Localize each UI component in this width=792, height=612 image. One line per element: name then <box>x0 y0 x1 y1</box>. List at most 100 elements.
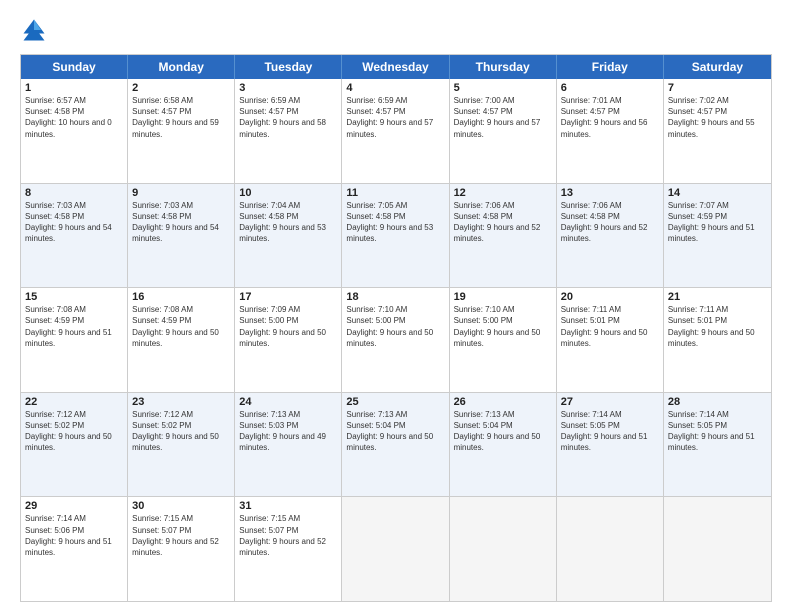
day-cell-25: 25Sunrise: 7:13 AMSunset: 5:04 PMDayligh… <box>342 393 449 497</box>
page: SundayMondayTuesdayWednesdayThursdayFrid… <box>0 0 792 612</box>
cell-info: Sunrise: 7:06 AMSunset: 4:58 PMDaylight:… <box>561 201 648 244</box>
day-number: 22 <box>25 396 123 408</box>
day-cell-21: 21 Sunrise: 7:11 AMSunset: 5:01 PMDayligh… <box>664 288 771 392</box>
day-number: 26 <box>454 396 552 408</box>
cell-info: Sunrise: 7:13 AMSunset: 5:04 PMDaylight:… <box>454 410 541 453</box>
cell-info: Sunrise: 7:03 AMSunset: 4:58 PMDaylight:… <box>25 201 112 244</box>
day-number: 14 <box>668 187 767 199</box>
header-day-monday: Monday <box>128 55 235 79</box>
cell-info: Sunrise: 7:09 AMSunset: 5:00 PMDaylight:… <box>239 305 326 348</box>
day-number: 6 <box>561 82 659 94</box>
header-day-thursday: Thursday <box>450 55 557 79</box>
calendar-header: SundayMondayTuesdayWednesdayThursdayFrid… <box>21 55 771 79</box>
header-day-tuesday: Tuesday <box>235 55 342 79</box>
day-cell-28: 28 Sunrise: 7:14 AMSunset: 5:05 PMDayligh… <box>664 393 771 497</box>
day-number: 8 <box>25 187 123 199</box>
header-day-friday: Friday <box>557 55 664 79</box>
calendar-row-2: 8 Sunrise: 7:03 AMSunset: 4:58 PMDaylight… <box>21 184 771 289</box>
empty-cell <box>557 497 664 601</box>
cell-info: Sunrise: 7:14 AMSunset: 5:05 PMDaylight:… <box>561 410 648 453</box>
day-number: 25 <box>346 396 444 408</box>
day-cell-24: 24 Sunrise: 7:13 AMSunset: 5:03 PMDayligh… <box>235 393 342 497</box>
cell-info: Sunrise: 6:57 AMSunset: 4:58 PMDaylight:… <box>25 96 112 139</box>
day-cell-11: 11Sunrise: 7:05 AMSunset: 4:58 PMDayligh… <box>342 184 449 288</box>
day-cell-17: 17 Sunrise: 7:09 AMSunset: 5:00 PMDayligh… <box>235 288 342 392</box>
cell-info: Sunrise: 7:12 AMSunset: 5:02 PMDaylight:… <box>25 410 112 453</box>
day-number: 15 <box>25 291 123 303</box>
cell-info: Sunrise: 7:02 AMSunset: 4:57 PMDaylight:… <box>668 96 755 139</box>
day-cell-6: 6Sunrise: 7:01 AMSunset: 4:57 PMDaylight… <box>557 79 664 183</box>
calendar-row-4: 22 Sunrise: 7:12 AMSunset: 5:02 PMDayligh… <box>21 393 771 498</box>
day-number: 18 <box>346 291 444 303</box>
cell-info: Sunrise: 7:04 AMSunset: 4:58 PMDaylight:… <box>239 201 326 244</box>
day-cell-4: 4 Sunrise: 6:59 AMSunset: 4:57 PMDaylight… <box>342 79 449 183</box>
cell-info: Sunrise: 7:03 AMSunset: 4:58 PMDaylight:… <box>132 201 219 244</box>
header <box>20 16 772 44</box>
day-cell-14: 14 Sunrise: 7:07 AMSunset: 4:59 PMDayligh… <box>664 184 771 288</box>
day-number: 17 <box>239 291 337 303</box>
day-number: 1 <box>25 82 123 94</box>
cell-info: Sunrise: 7:11 AMSunset: 5:01 PMDaylight:… <box>561 305 648 348</box>
day-number: 12 <box>454 187 552 199</box>
calendar-row-1: 1 Sunrise: 6:57 AMSunset: 4:58 PMDaylight… <box>21 79 771 184</box>
day-number: 27 <box>561 396 659 408</box>
day-number: 24 <box>239 396 337 408</box>
day-number: 29 <box>25 500 123 512</box>
day-cell-10: 10 Sunrise: 7:04 AMSunset: 4:58 PMDayligh… <box>235 184 342 288</box>
calendar-row-5: 29 Sunrise: 7:14 AMSunset: 5:06 PMDayligh… <box>21 497 771 601</box>
day-number: 28 <box>668 396 767 408</box>
cell-info: Sunrise: 7:14 AMSunset: 5:06 PMDaylight:… <box>25 514 112 557</box>
day-cell-18: 18 Sunrise: 7:10 AMSunset: 5:00 PMDayligh… <box>342 288 449 392</box>
calendar: SundayMondayTuesdayWednesdayThursdayFrid… <box>20 54 772 602</box>
day-number: 10 <box>239 187 337 199</box>
day-cell-20: 20 Sunrise: 7:11 AMSunset: 5:01 PMDayligh… <box>557 288 664 392</box>
day-cell-22: 22 Sunrise: 7:12 AMSunset: 5:02 PMDayligh… <box>21 393 128 497</box>
day-number: 9 <box>132 187 230 199</box>
calendar-row-3: 15 Sunrise: 7:08 AMSunset: 4:59 PMDayligh… <box>21 288 771 393</box>
day-cell-23: 23Sunrise: 7:12 AMSunset: 5:02 PMDayligh… <box>128 393 235 497</box>
cell-info: Sunrise: 6:59 AMSunset: 4:57 PMDaylight:… <box>239 96 326 139</box>
day-cell-1: 1 Sunrise: 6:57 AMSunset: 4:58 PMDaylight… <box>21 79 128 183</box>
cell-info: Sunrise: 7:07 AMSunset: 4:59 PMDaylight:… <box>668 201 755 244</box>
day-number: 3 <box>239 82 337 94</box>
cell-info: Sunrise: 7:08 AMSunset: 4:59 PMDaylight:… <box>132 305 219 348</box>
logo <box>20 16 52 44</box>
day-number: 23 <box>132 396 230 408</box>
cell-info: Sunrise: 7:10 AMSunset: 5:00 PMDaylight:… <box>454 305 541 348</box>
cell-info: Sunrise: 7:10 AMSunset: 5:00 PMDaylight:… <box>346 305 433 348</box>
day-number: 19 <box>454 291 552 303</box>
day-number: 16 <box>132 291 230 303</box>
day-number: 4 <box>346 82 444 94</box>
header-day-sunday: Sunday <box>21 55 128 79</box>
cell-info: Sunrise: 7:13 AMSunset: 5:03 PMDaylight:… <box>239 410 326 453</box>
day-cell-2: 2 Sunrise: 6:58 AMSunset: 4:57 PMDaylight… <box>128 79 235 183</box>
day-cell-27: 27 Sunrise: 7:14 AMSunset: 5:05 PMDayligh… <box>557 393 664 497</box>
empty-cell <box>342 497 449 601</box>
day-cell-26: 26 Sunrise: 7:13 AMSunset: 5:04 PMDayligh… <box>450 393 557 497</box>
cell-info: Sunrise: 7:11 AMSunset: 5:01 PMDaylight:… <box>668 305 755 348</box>
empty-cell <box>664 497 771 601</box>
day-cell-31: 31 Sunrise: 7:15 AMSunset: 5:07 PMDayligh… <box>235 497 342 601</box>
day-cell-29: 29 Sunrise: 7:14 AMSunset: 5:06 PMDayligh… <box>21 497 128 601</box>
day-number: 21 <box>668 291 767 303</box>
cell-info: Sunrise: 7:05 AMSunset: 4:58 PMDaylight:… <box>346 201 433 244</box>
cell-info: Sunrise: 7:14 AMSunset: 5:05 PMDaylight:… <box>668 410 755 453</box>
day-number: 30 <box>132 500 230 512</box>
day-cell-16: 16 Sunrise: 7:08 AMSunset: 4:59 PMDayligh… <box>128 288 235 392</box>
day-number: 7 <box>668 82 767 94</box>
cell-info: Sunrise: 6:58 AMSunset: 4:57 PMDaylight:… <box>132 96 219 139</box>
header-day-saturday: Saturday <box>664 55 771 79</box>
day-number: 31 <box>239 500 337 512</box>
cell-info: Sunrise: 6:59 AMSunset: 4:57 PMDaylight:… <box>346 96 433 139</box>
day-cell-15: 15Sunrise: 7:08 AMSunset: 4:59 PMDayligh… <box>21 288 128 392</box>
cell-info: Sunrise: 7:00 AMSunset: 4:57 PMDaylight:… <box>454 96 541 139</box>
day-cell-9: 9 Sunrise: 7:03 AMSunset: 4:58 PMDaylight… <box>128 184 235 288</box>
day-cell-30: 30Sunrise: 7:15 AMSunset: 5:07 PMDayligh… <box>128 497 235 601</box>
day-number: 2 <box>132 82 230 94</box>
calendar-body: 1 Sunrise: 6:57 AMSunset: 4:58 PMDaylight… <box>21 79 771 601</box>
day-number: 20 <box>561 291 659 303</box>
day-cell-13: 13Sunrise: 7:06 AMSunset: 4:58 PMDayligh… <box>557 184 664 288</box>
header-day-wednesday: Wednesday <box>342 55 449 79</box>
cell-info: Sunrise: 7:15 AMSunset: 5:07 PMDaylight:… <box>239 514 326 557</box>
cell-info: Sunrise: 7:06 AMSunset: 4:58 PMDaylight:… <box>454 201 541 244</box>
